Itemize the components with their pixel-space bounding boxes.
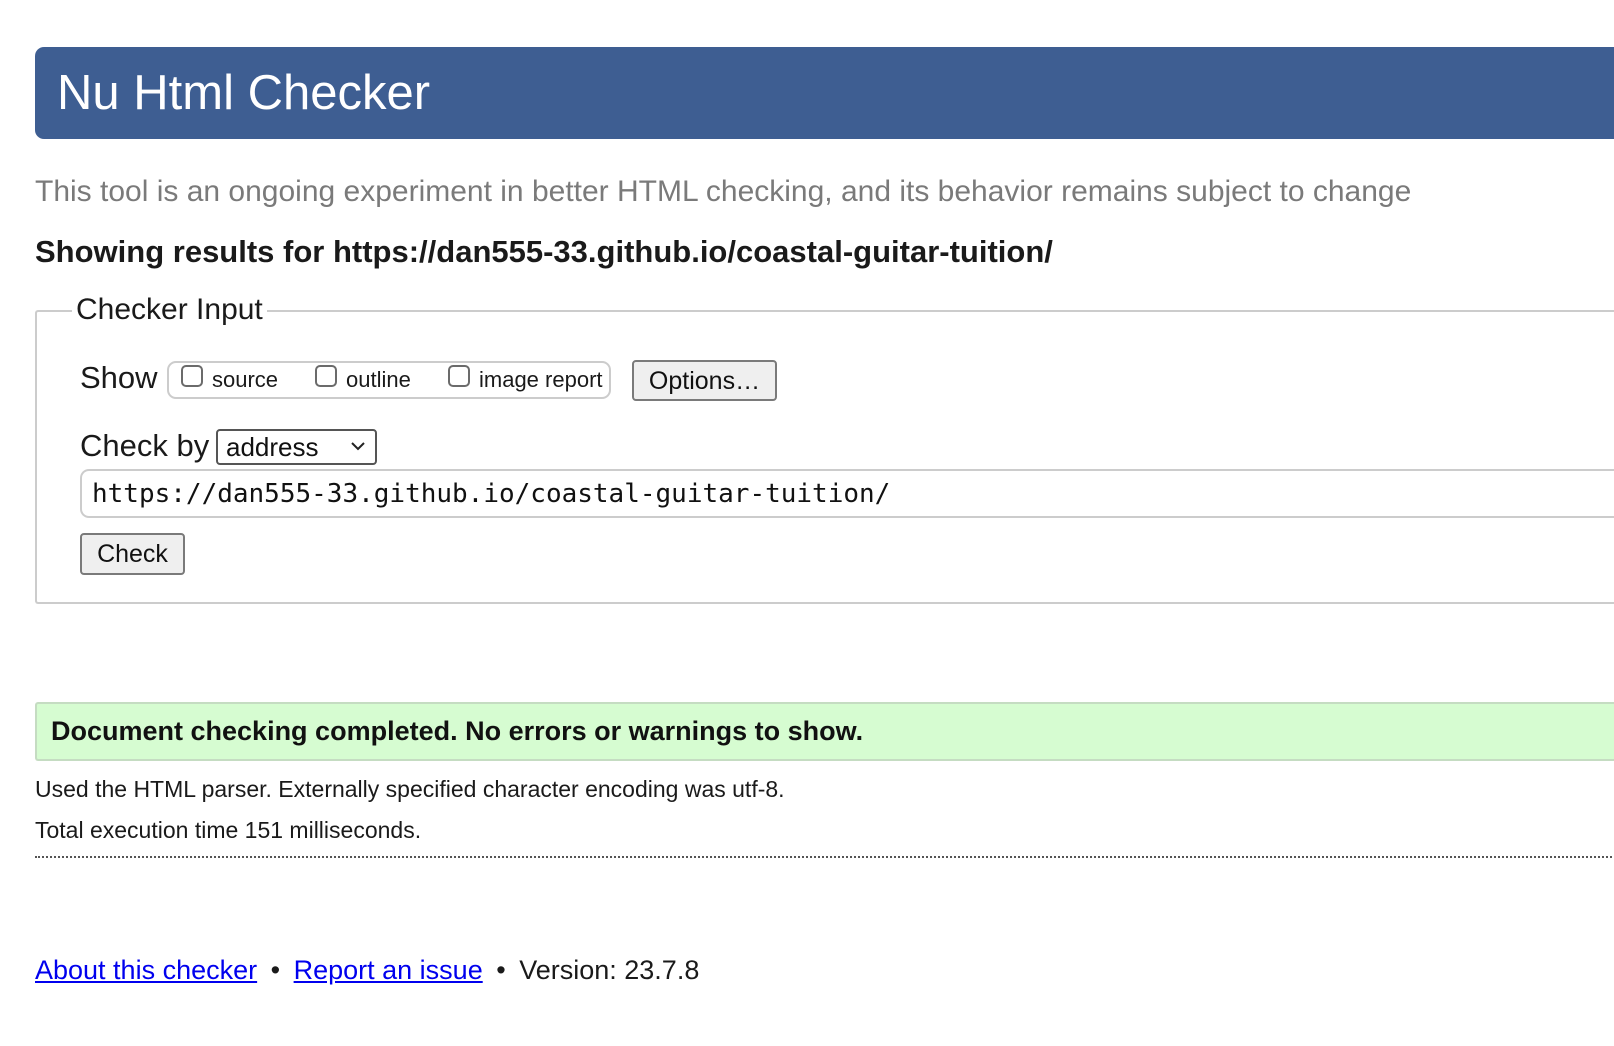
show-label: Show (80, 360, 158, 395)
check-button[interactable]: Check (80, 533, 185, 575)
check-by-label: Check by (80, 428, 210, 463)
show-outline-option[interactable]: outline (315, 365, 411, 395)
source-checkbox-label[interactable]: source (212, 365, 278, 395)
footer: About this checker • Report an issue • V… (35, 953, 699, 987)
checker-input-legend: Checker Input (72, 292, 267, 328)
outline-checkbox-label[interactable]: outline (346, 365, 411, 395)
version-text: Version: 23.7.8 (519, 955, 700, 985)
show-source-option[interactable]: source (181, 365, 278, 395)
url-input[interactable]: https://dan555-33.github.io/coastal-guit… (80, 469, 1614, 518)
parser-info: Used the HTML parser. Externally specifi… (35, 776, 785, 802)
page-title: Nu Html Checker (57, 66, 431, 120)
url-input-value[interactable]: https://dan555-33.github.io/coastal-guit… (92, 478, 890, 510)
success-message: Document checking completed. No errors o… (51, 716, 864, 746)
source-checkbox[interactable] (181, 365, 203, 387)
execution-time: Total execution time 151 milliseconds. (35, 817, 422, 843)
about-checker-link[interactable]: About this checker (35, 955, 257, 985)
chevron-down-icon (351, 442, 365, 451)
outline-checkbox[interactable] (315, 365, 337, 387)
dotted-divider (35, 856, 1614, 858)
footer-separator: • (496, 955, 506, 985)
check-by-select[interactable]: address (216, 429, 377, 465)
results-for-heading: Showing results for https://dan555-33.gi… (35, 234, 1053, 269)
show-options-group: source outline image report (167, 361, 611, 399)
show-image-report-option[interactable]: image report (448, 365, 603, 395)
footer-separator: • (270, 955, 281, 985)
tagline: This tool is an ongoing experiment in be… (35, 175, 1412, 208)
page: Nu Html Checker This tool is an ongoing … (0, 0, 1614, 1046)
header-banner: Nu Html Checker (35, 47, 1614, 139)
image-report-checkbox-label[interactable]: image report (479, 365, 603, 395)
options-button[interactable]: Options… (632, 360, 777, 401)
success-message-box: Document checking completed. No errors o… (35, 702, 1614, 761)
report-issue-link[interactable]: Report an issue (294, 955, 483, 985)
check-by-select-value[interactable]: address (226, 431, 319, 463)
image-report-checkbox[interactable] (448, 365, 470, 387)
